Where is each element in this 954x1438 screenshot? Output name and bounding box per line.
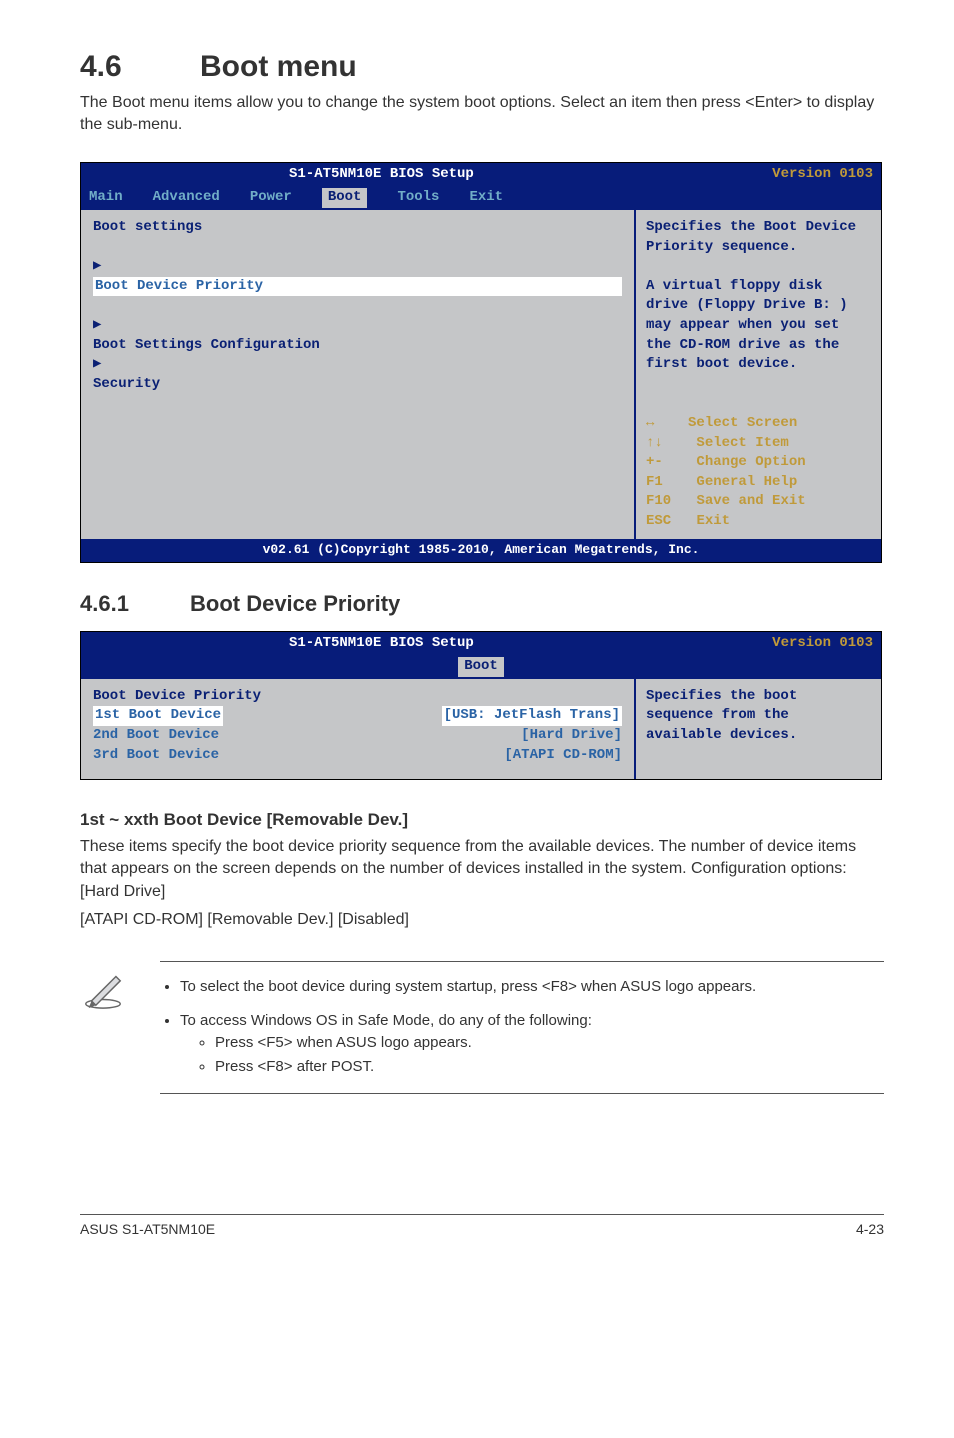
bios-row-3rd-boot-device[interactable]: 3rd Boot Device [ATAPI CD-ROM] bbox=[93, 746, 622, 766]
subsection-number: 4.6.1 bbox=[80, 591, 190, 617]
bios-boot-settings-screenshot: S1-AT5NM10E BIOS Setup Version 0103 Main… bbox=[80, 162, 882, 563]
bios-version: Version 0103 bbox=[772, 165, 873, 185]
section-title: Boot menu bbox=[200, 50, 357, 83]
page-footer: ASUS S1-AT5NM10E 4-23 bbox=[80, 1214, 884, 1237]
bios-item-label: Security bbox=[93, 375, 622, 395]
page-heading: 4.6Boot menu bbox=[80, 50, 884, 84]
subsection-heading: 4.6.1Boot Device Priority bbox=[80, 591, 884, 617]
bios-menu-main[interactable]: Main bbox=[89, 188, 123, 208]
bios-nav-hint-general-help: F1 General Help bbox=[646, 473, 871, 493]
bios-item-label: Boot Device Priority bbox=[93, 277, 622, 297]
bios-section-header: Boot settings bbox=[93, 218, 622, 238]
section-number: 4.6 bbox=[80, 50, 200, 84]
bios-item-boot-settings-configuration[interactable]: ▶ Boot Settings Configuration bbox=[93, 316, 622, 355]
bios-row-1st-boot-device[interactable]: 1st Boot Device [USB: JetFlash Trans] bbox=[93, 706, 622, 726]
bios-menu-boot[interactable]: Boot bbox=[458, 657, 504, 677]
triangle-icon: ▶ bbox=[93, 356, 101, 372]
bios-item-boot-device-priority[interactable]: ▶ Boot Device Priority bbox=[93, 257, 622, 296]
bios-left-pane: Boot Device Priority 1st Boot Device [US… bbox=[81, 679, 636, 779]
bios-item-label: Boot Settings Configuration bbox=[93, 336, 622, 356]
bios-nav-hint-select-screen: ↔ Select Screen bbox=[646, 414, 871, 434]
bios-section-header: Boot Device Priority bbox=[93, 687, 622, 707]
body-paragraph-1: These items specify the boot device prio… bbox=[80, 836, 884, 903]
bios-menu-exit[interactable]: Exit bbox=[469, 188, 503, 208]
bios-version: Version 0103 bbox=[772, 634, 873, 654]
bios-help-pane: Specifies the Boot Device Priority seque… bbox=[636, 210, 881, 540]
bios-row-name: 2nd Boot Device bbox=[93, 726, 219, 746]
bios-row-value: [USB: JetFlash Trans] bbox=[442, 706, 622, 726]
bios-nav-hint-save-exit: F10 Save and Exit bbox=[646, 492, 871, 512]
bios-item-security[interactable]: ▶ Security bbox=[93, 355, 622, 394]
footer-left: ASUS S1-AT5NM10E bbox=[80, 1221, 215, 1237]
triangle-icon: ▶ bbox=[93, 317, 101, 333]
bios-help-text: Specifies the boot sequence from the ava… bbox=[646, 687, 871, 746]
bios-copyright-footer: v02.61 (C)Copyright 1985-2010, American … bbox=[81, 539, 881, 561]
bios-help-text-1: Specifies the Boot Device Priority seque… bbox=[646, 218, 871, 257]
bios-nav-hint-select-item: ↑↓ Select Item bbox=[646, 434, 871, 454]
bios-nav-hint-exit: ESC Exit bbox=[646, 512, 871, 532]
bios-nav-hint-change-option: +- Change Option bbox=[646, 453, 871, 473]
note-bullet-2-text: To access Windows OS in Safe Mode, do an… bbox=[180, 1012, 592, 1029]
bios-menubar: Main Advanced Power Boot Tools Exit bbox=[81, 186, 881, 210]
bios-menu-boot[interactable]: Boot bbox=[322, 188, 368, 208]
bios-menu-power[interactable]: Power bbox=[250, 188, 292, 208]
bios-setup-title: S1-AT5NM10E BIOS Setup bbox=[289, 165, 474, 185]
pencil-note-icon bbox=[80, 998, 126, 1015]
bios-row-name: 3rd Boot Device bbox=[93, 746, 219, 766]
intro-paragraph: The Boot menu items allow you to change … bbox=[80, 92, 884, 137]
bios-row-value: [ATAPI CD-ROM] bbox=[504, 746, 622, 766]
bios-row-2nd-boot-device[interactable]: 2nd Boot Device [Hard Drive] bbox=[93, 726, 622, 746]
bios-help-text-2: A virtual floppy disk drive (Floppy Driv… bbox=[646, 277, 871, 375]
bios-title-bar: S1-AT5NM10E BIOS Setup Version 0103 bbox=[81, 163, 881, 187]
bios-row-value: [Hard Drive] bbox=[521, 726, 622, 746]
bios-help-pane: Specifies the boot sequence from the ava… bbox=[636, 679, 881, 779]
footer-right: 4-23 bbox=[856, 1221, 884, 1237]
note-box: To select the boot device during system … bbox=[80, 961, 884, 1094]
bios-boot-device-priority-screenshot: S1-AT5NM10E BIOS Setup Version 0103 Boot… bbox=[80, 631, 882, 780]
option-heading: 1st ~ xxth Boot Device [Removable Dev.] bbox=[80, 810, 884, 830]
bios-row-name: 1st Boot Device bbox=[93, 706, 223, 726]
note-bullet-2: To access Windows OS in Safe Mode, do an… bbox=[180, 1010, 874, 1077]
triangle-icon: ▶ bbox=[93, 258, 101, 274]
bios-menu-tools[interactable]: Tools bbox=[397, 188, 439, 208]
subsection-title: Boot Device Priority bbox=[190, 591, 400, 616]
bios-setup-title: S1-AT5NM10E BIOS Setup bbox=[289, 634, 474, 654]
note-bullet-1: To select the boot device during system … bbox=[180, 976, 874, 998]
bios-left-pane: Boot settings ▶ Boot Device Priority ▶ B… bbox=[81, 210, 636, 540]
bios-menu-advanced[interactable]: Advanced bbox=[153, 188, 220, 208]
note-subbullet-b: Press <F8> after POST. bbox=[215, 1056, 874, 1078]
bios-title-bar: S1-AT5NM10E BIOS Setup Version 0103 bbox=[81, 632, 881, 656]
body-paragraph-2: [ATAPI CD-ROM] [Removable Dev.] [Disable… bbox=[80, 909, 884, 931]
bios-menubar: Boot bbox=[81, 655, 881, 679]
note-subbullet-a: Press <F5> when ASUS logo appears. bbox=[215, 1032, 874, 1054]
